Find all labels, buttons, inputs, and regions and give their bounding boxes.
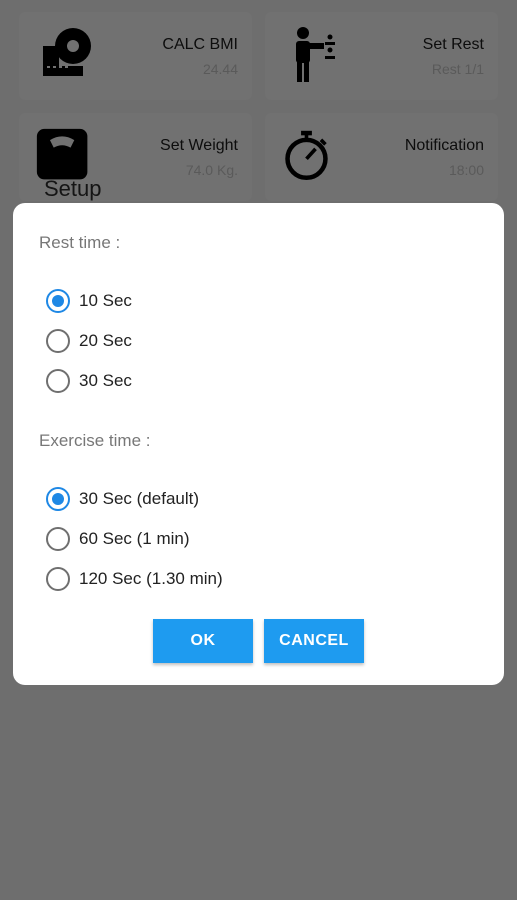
radio-label: 60 Sec (1 min) bbox=[79, 529, 190, 548]
card-set-rest[interactable]: Set Rest Rest 1/1 bbox=[265, 12, 498, 100]
card-title: Set Weight bbox=[160, 137, 238, 154]
card-title: CALC BMI bbox=[162, 36, 238, 53]
radio-label: 30 Sec bbox=[79, 371, 132, 390]
exercise-time-label: Exercise time : bbox=[39, 431, 151, 450]
page-title: Setup bbox=[44, 176, 102, 201]
radio-button-checked[interactable] bbox=[46, 289, 70, 313]
card-subtitle: 24.44 bbox=[202, 61, 238, 77]
person-divide-icon bbox=[296, 27, 335, 82]
radio-button[interactable] bbox=[46, 369, 70, 393]
radio-button[interactable] bbox=[46, 329, 70, 353]
radio-button[interactable] bbox=[46, 567, 70, 591]
cancel-button[interactable]: CANCEL bbox=[264, 619, 364, 663]
card-notification[interactable]: Notification 18:00 bbox=[265, 113, 498, 201]
card-subtitle: Rest 1/1 bbox=[431, 61, 484, 77]
rest-exercise-dialog: Rest time : 10 Sec 20 Sec 30 Sec Exercis… bbox=[13, 203, 504, 685]
card-subtitle: 74.0 Kg. bbox=[185, 162, 238, 178]
rest-time-label: Rest time : bbox=[39, 233, 121, 252]
card-title: Set Rest bbox=[422, 36, 484, 53]
radio-label: 120 Sec (1.30 min) bbox=[79, 569, 223, 588]
tape-measure-icon bbox=[43, 28, 91, 76]
card-subtitle: 18:00 bbox=[448, 162, 484, 178]
card-title: Notification bbox=[404, 137, 484, 154]
radio-label: 20 Sec bbox=[79, 331, 132, 350]
radio-button[interactable] bbox=[46, 527, 70, 551]
radio-label: 10 Sec bbox=[79, 291, 132, 310]
ok-button[interactable]: OK bbox=[153, 619, 253, 663]
radio-button-checked[interactable] bbox=[46, 487, 70, 511]
radio-label: 30 Sec (default) bbox=[79, 489, 200, 508]
card-calc-bmi[interactable]: CALC BMI 24.44 bbox=[19, 12, 252, 100]
stopwatch-icon bbox=[285, 130, 328, 181]
